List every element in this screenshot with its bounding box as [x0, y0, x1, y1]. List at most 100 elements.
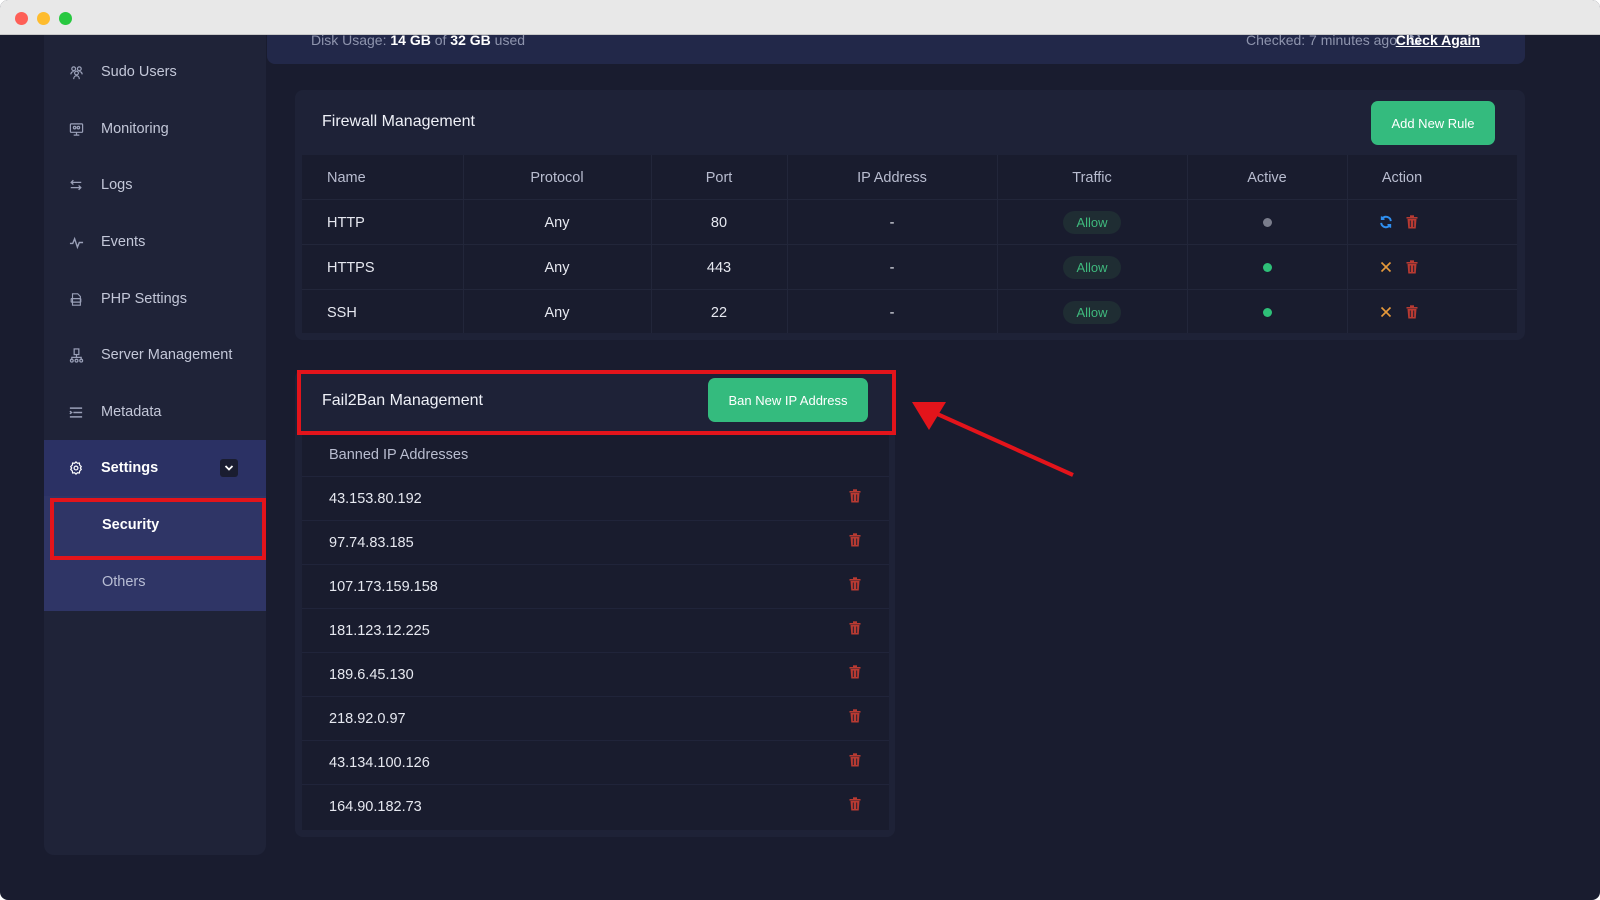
banned-ip-list-header: Banned IP Addresses — [302, 433, 889, 477]
rule-protocol: Any — [544, 214, 570, 231]
trash-icon — [849, 489, 861, 503]
list-icon — [68, 404, 84, 420]
column-header-active: Active — [1247, 169, 1287, 186]
firewall-management-card: Firewall Management Add New Rule Name Pr… — [295, 90, 1525, 340]
banned-ip-row: 43.134.100.126 — [302, 741, 889, 785]
sidebar-item-metadata[interactable]: Metadata — [44, 384, 266, 440]
rule-ip-address: - — [889, 214, 895, 231]
maximize-window-button[interactable] — [59, 12, 72, 25]
pulse-icon — [68, 234, 84, 250]
arrows-exchange-icon — [68, 177, 84, 193]
sidebar-item-settings[interactable]: Settings — [44, 440, 266, 496]
rule-name: SSH — [327, 304, 357, 321]
trash-icon — [1406, 305, 1418, 319]
traffic-badge: Allow — [1063, 301, 1121, 324]
rule-name: HTTPS — [327, 259, 375, 276]
disk-usage-text: Disk Usage: 14 GB of 32 GB used — [311, 33, 525, 47]
rule-protocol: Any — [544, 259, 570, 276]
trash-icon — [849, 753, 861, 767]
firewall-rule-row: HTTP Any 80 - Allow — [302, 200, 1517, 245]
unban-ip-button[interactable] — [849, 577, 863, 593]
sync-rule-button[interactable] — [1378, 214, 1394, 230]
delete-rule-button[interactable] — [1404, 304, 1420, 320]
sidebar: Sudo Users Monitoring Logs Events PHP Se… — [44, 35, 266, 855]
minimize-window-button[interactable] — [37, 12, 50, 25]
sidebar-subitem-security[interactable]: Security — [44, 497, 266, 553]
unban-ip-button[interactable] — [849, 533, 863, 549]
rule-ip-address: - — [889, 259, 895, 276]
firewall-rule-row: SSH Any 22 - Allow — [302, 290, 1517, 335]
sidebar-item-logs[interactable]: Logs — [44, 157, 266, 213]
rule-active-cell — [1187, 200, 1347, 245]
last-checked-text: Checked: 7 minutes ago — [1246, 32, 1397, 48]
column-header-traffic: Traffic — [1072, 169, 1112, 186]
settings-submenu: Security Others — [44, 496, 266, 611]
sidebar-subitem-label: Others — [102, 574, 146, 590]
app-window: Disk Usage: 14 GB of 32 GB used Checked:… — [0, 0, 1600, 900]
firewall-table-header: Name Protocol Port IP Address Traffic Ac… — [302, 155, 1517, 200]
sidebar-item-events[interactable]: Events — [44, 214, 266, 270]
sidebar-item-label: Sudo Users — [101, 64, 177, 80]
fail2ban-header: Fail2Ban Management Ban New IP Address — [297, 372, 895, 434]
delete-rule-button[interactable] — [1404, 214, 1420, 230]
banned-ip-address: 164.90.182.73 — [329, 799, 422, 815]
rule-active-cell — [1187, 245, 1347, 290]
php-file-icon — [68, 291, 84, 307]
disk-usage-bar: Disk Usage: 14 GB of 32 GB used Checked:… — [267, 32, 1525, 64]
trash-icon — [849, 665, 861, 679]
trash-icon — [849, 709, 861, 723]
sidebar-item-php-settings[interactable]: PHP Settings — [44, 271, 266, 327]
settings-collapse-toggle[interactable] — [220, 459, 238, 477]
sidebar-item-sudo-users[interactable]: Sudo Users — [44, 44, 266, 100]
banned-ip-address: 43.153.80.192 — [329, 491, 422, 507]
rule-protocol: Any — [544, 304, 570, 321]
title-bar — [0, 0, 1600, 35]
unban-ip-button[interactable] — [849, 665, 863, 681]
firewall-table: Name Protocol Port IP Address Traffic Ac… — [302, 155, 1517, 333]
banned-ip-row: 218.92.0.97 — [302, 697, 889, 741]
delete-rule-button[interactable] — [1404, 259, 1420, 275]
close-x-icon — [1380, 306, 1392, 318]
ban-new-ip-button[interactable]: Ban New IP Address — [708, 378, 868, 422]
unban-ip-button[interactable] — [849, 709, 863, 725]
firewall-rule-row: HTTPS Any 443 - Allow — [302, 245, 1517, 290]
monitor-icon — [68, 121, 84, 137]
rule-active-cell — [1187, 290, 1347, 335]
sidebar-item-monitoring[interactable]: Monitoring — [44, 101, 266, 157]
unban-ip-button[interactable] — [849, 753, 863, 769]
trash-icon — [1406, 260, 1418, 274]
check-again-link[interactable]: Check Again — [1396, 33, 1480, 47]
users-icon — [68, 64, 84, 80]
banned-ip-address: 43.134.100.126 — [329, 755, 430, 771]
trash-icon — [1406, 215, 1418, 229]
server-tree-icon — [68, 347, 84, 363]
unban-ip-button[interactable] — [849, 489, 863, 505]
unban-ip-button[interactable] — [849, 621, 863, 637]
close-window-button[interactable] — [15, 12, 28, 25]
rule-traffic-cell: Allow — [997, 200, 1187, 245]
sidebar-subitem-label: Security — [102, 517, 160, 533]
column-header-port: Port — [705, 169, 733, 186]
column-header-action: Action — [1381, 169, 1423, 186]
sidebar-item-label: PHP Settings — [101, 291, 187, 307]
trash-icon — [849, 577, 861, 591]
rule-port: 22 — [710, 304, 728, 321]
sidebar-item-label: Logs — [101, 177, 133, 193]
banned-ip-row: 189.6.45.130 — [302, 653, 889, 697]
disable-rule-button[interactable] — [1378, 259, 1394, 275]
banned-ip-address: 181.123.12.225 — [329, 623, 430, 639]
column-header-name: Name — [327, 169, 366, 186]
rule-ip-address: - — [889, 304, 895, 321]
traffic-badge: Allow — [1063, 256, 1121, 279]
sidebar-item-label: Settings — [101, 460, 159, 476]
sidebar-item-label: Metadata — [101, 404, 162, 420]
add-new-rule-button[interactable]: Add New Rule — [1371, 101, 1495, 145]
sidebar-subitem-others[interactable]: Others — [44, 554, 266, 610]
disable-rule-button[interactable] — [1378, 304, 1394, 320]
banned-ip-address: 107.173.159.158 — [329, 579, 438, 595]
rule-port: 80 — [710, 214, 728, 231]
sidebar-item-server-management[interactable]: Server Management — [44, 327, 266, 383]
banned-ip-row: 107.173.159.158 — [302, 565, 889, 609]
unban-ip-button[interactable] — [849, 797, 863, 813]
trash-icon — [849, 621, 861, 635]
